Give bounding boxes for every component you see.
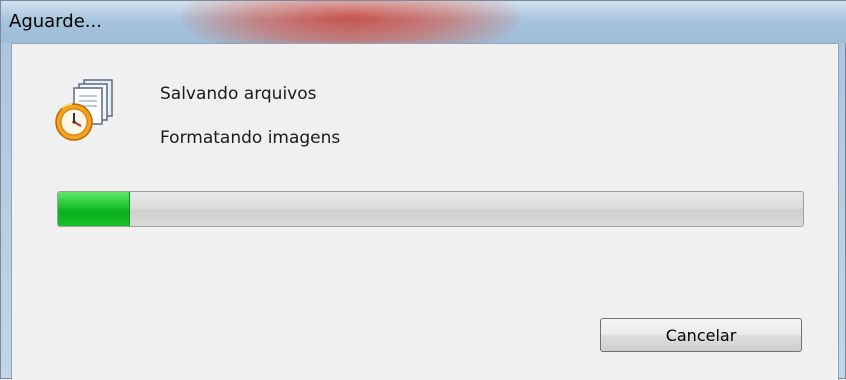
dialog-body: Salvando arquivos Formatando imagens Can… xyxy=(11,43,839,380)
progress-bar-fill xyxy=(58,192,130,226)
title-bar-sheen xyxy=(1,1,846,19)
status-message-primary: Salvando arquivos xyxy=(160,84,317,104)
status-message-secondary: Formatando imagens xyxy=(160,128,341,148)
title-bar[interactable]: Aguarde... xyxy=(1,1,846,43)
window-title: Aguarde... xyxy=(9,11,102,32)
cancel-button[interactable]: Cancelar xyxy=(600,318,802,352)
clock-documents-icon xyxy=(52,78,132,148)
progress-dialog-window: Aguarde... Salvando arquivos Formatando … xyxy=(0,0,846,380)
progress-bar xyxy=(57,191,804,227)
